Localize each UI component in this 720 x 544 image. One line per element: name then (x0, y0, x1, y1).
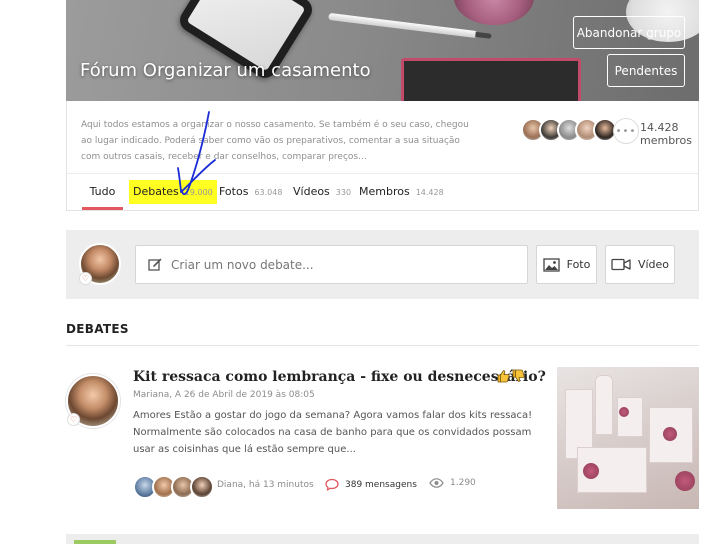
group-title: Fórum Organizar um casamento (80, 60, 371, 81)
banner-flower-decoration (454, 0, 534, 25)
thumbnail-product-decoration (617, 397, 643, 437)
banner-pen-decoration (328, 12, 478, 39)
heart-icon: ♡ (67, 413, 80, 426)
views-count: 1.290 (429, 478, 476, 488)
tab-count: 330 (335, 188, 352, 197)
tab-label: Tudo (89, 185, 116, 198)
tab-label: Debates (133, 185, 179, 198)
member-avatars[interactable]: ••• (521, 118, 639, 144)
avatar[interactable] (190, 475, 214, 499)
tab-count: 19.000 (184, 188, 213, 197)
thumbnail-flower-decoration (663, 427, 677, 441)
thumbs-down-icon (512, 369, 525, 382)
new-debate-composer: ♡ Criar um novo debate... Foto Vídeo (66, 230, 699, 299)
debate-title[interactable]: Kit ressaca como lembrança - fixe ou des… (133, 369, 546, 385)
last-reply: Diana, há 13 minutos (217, 480, 314, 490)
next-debate-preview (66, 534, 699, 544)
pending-button[interactable]: Pendentes (607, 54, 685, 87)
members-count: 14.428 membros (640, 121, 692, 147)
photo-button[interactable]: Foto (536, 245, 597, 284)
more-members-button[interactable]: ••• (613, 118, 639, 144)
heart-icon: ♡ (79, 272, 92, 285)
speech-bubble-icon (325, 478, 339, 491)
photo-icon (542, 257, 560, 272)
video-button[interactable]: Vídeo (605, 245, 675, 284)
group-info-card: Aqui todos estamos a organizar o nosso c… (66, 101, 699, 211)
section-divider (66, 345, 699, 346)
thumbs-emojis (496, 369, 525, 383)
group-banner: Fórum Organizar um casamento Abandonar g… (66, 0, 699, 101)
views-count-value: 1.290 (450, 478, 476, 488)
debate-author-date: Mariana, A 26 de Abril de 2019 às 08:05 (133, 390, 315, 400)
eye-icon (429, 478, 444, 488)
video-camera-icon (611, 258, 631, 271)
tab-count: 14.428 (415, 188, 444, 197)
tab-photos[interactable]: Fotos 63.048 (219, 174, 282, 210)
thumbnail-flower-decoration (675, 471, 695, 491)
messages-count-label: 389 mensagens (345, 479, 417, 490)
thumbnail-flower-decoration (583, 463, 599, 479)
thumbnail-flower-decoration (619, 407, 629, 417)
tab-count: 63.048 (254, 188, 283, 197)
debate-thumbnail[interactable] (557, 367, 699, 509)
leave-group-button[interactable]: Abandonar grupo (573, 16, 685, 49)
debate-excerpt: Amores Estão a gostar do jogo da semana?… (133, 410, 533, 455)
debates-section-title: DEBATES (66, 322, 129, 336)
tab-members[interactable]: Membros 14.428 (359, 174, 444, 210)
banner-notebook-decoration (401, 58, 581, 101)
members-count-value: 14.428 (640, 121, 679, 134)
tab-label: Fotos (219, 185, 249, 198)
tab-videos[interactable]: Vídeos 330 (293, 174, 351, 210)
participant-avatars[interactable] (133, 475, 214, 499)
tab-all[interactable]: Tudo (82, 174, 123, 210)
new-debate-placeholder: Criar um novo debate... (171, 257, 314, 272)
edit-icon (148, 258, 162, 271)
thumbnail-product-decoration (595, 375, 613, 435)
photo-button-label: Foto (566, 258, 591, 271)
members-count-label: membros (640, 134, 692, 147)
avatar[interactable]: ♡ (66, 374, 120, 428)
tab-debates[interactable]: Debates 19.000 (129, 180, 217, 204)
avatar[interactable]: ♡ (79, 243, 121, 285)
messages-count[interactable]: 389 mensagens (325, 478, 417, 491)
group-description: Aqui todos estamos a organizar o nosso c… (81, 120, 469, 162)
new-debate-input[interactable]: Criar um novo debate... (135, 245, 528, 284)
tab-label: Membros (359, 185, 410, 198)
video-button-label: Vídeo (637, 258, 670, 271)
tab-label: Vídeos (293, 185, 330, 198)
thumbs-up-icon (497, 370, 510, 383)
